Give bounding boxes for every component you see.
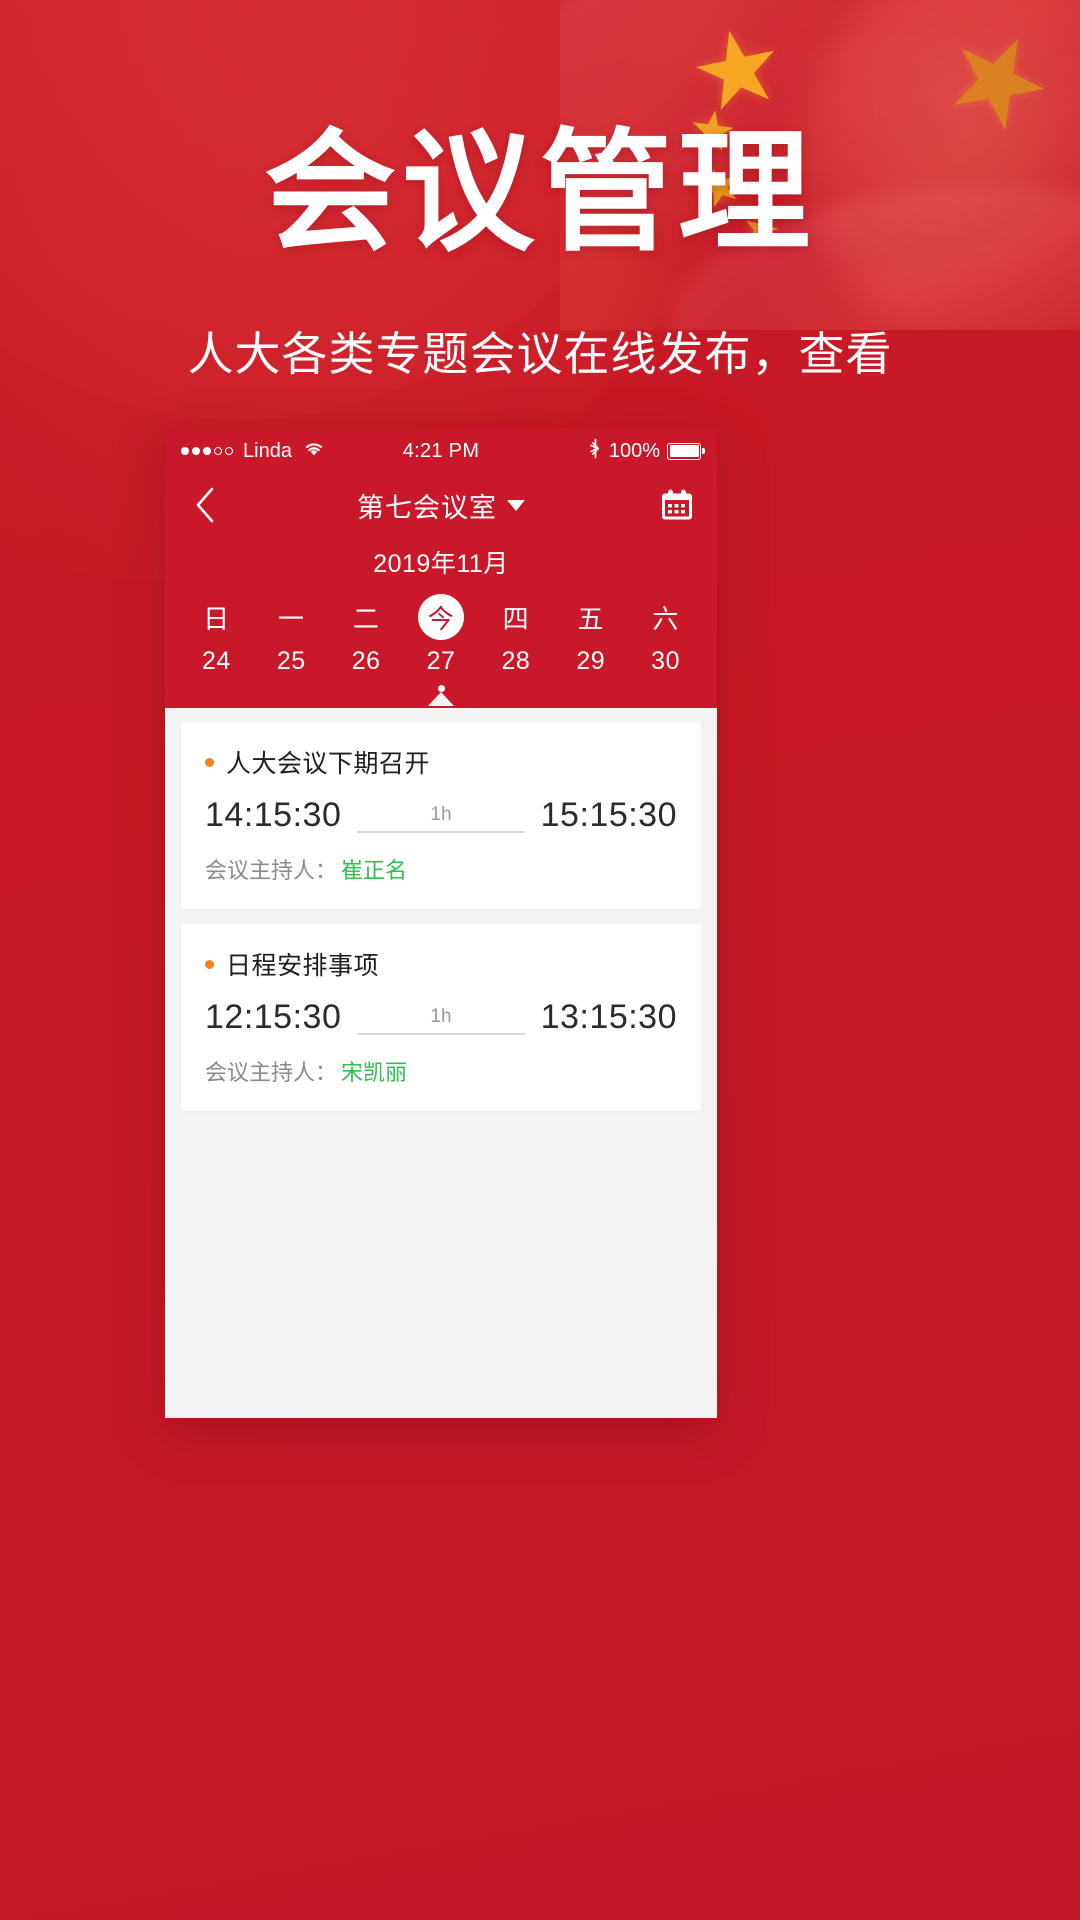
day-of-week-label: 四 (502, 603, 530, 634)
meeting-title: 日程安排事项 (226, 952, 380, 980)
day-cell-5[interactable]: 五 29 (553, 594, 628, 692)
meeting-host-label: 会议主持人： (205, 1060, 338, 1085)
meeting-duration: 1h (430, 804, 452, 825)
page-subtitle: 人大各类专题会议在线发布，查看 (187, 328, 893, 380)
day-of-week-label: 二 (352, 603, 380, 634)
day-cell-2[interactable]: 二 26 (329, 594, 404, 692)
meeting-host-name: 宋凯丽 (341, 1060, 408, 1085)
status-dot-icon (205, 757, 214, 767)
meeting-duration: 1h (430, 1006, 452, 1027)
poster-background: ★ ★ ★ ★ ★ 会议管理 人大各类专题会议在线发布，查看 Linda 4:2… (0, 0, 1080, 1920)
meeting-time-row: 12:15:30 1h 13:15:30 (205, 998, 677, 1037)
meeting-room-selector[interactable]: 第七会议室 (357, 486, 497, 525)
selected-day-notch (428, 692, 454, 706)
meeting-list: 人大会议下期召开 14:15:30 1h 15:15:30 会议主持人：崔正名 (165, 708, 717, 1418)
navigation-bar: 第七会议室 (165, 474, 717, 536)
meeting-end-time: 15:15:30 (540, 796, 677, 834)
meeting-card[interactable]: 人大会议下期召开 14:15:30 1h 15:15:30 会议主持人： 崔正名 (181, 722, 701, 909)
week-strip: 日 24 一 25 二 26 今 27 四 28 五 29 六 30 (165, 594, 717, 708)
status-bar: Linda 4:21 PM 100% (165, 428, 717, 474)
day-cell-today[interactable]: 今 27 (404, 594, 479, 706)
day-cell-0[interactable]: 日 24 (179, 594, 254, 692)
day-number-label: 24 (202, 647, 231, 675)
duration-line (357, 1033, 525, 1035)
day-of-week-label-today: 今 (418, 594, 464, 640)
bluetooth-icon (589, 438, 602, 465)
day-cell-6[interactable]: 六 30 (628, 594, 703, 692)
meeting-card[interactable]: 日程安排事项 12:15:30 1h 13:15:30 会议主持人： 宋凯丽 (181, 924, 701, 1111)
page-title: 会议管理 (264, 120, 816, 267)
day-of-week-label: 日 (203, 603, 230, 634)
meeting-card-header: 日程安排事项 (205, 946, 677, 982)
meeting-start-time: 12:15:30 (205, 998, 342, 1036)
meeting-host-row: 会议主持人： 宋凯丽 (205, 1055, 677, 1087)
calendar-button[interactable] (657, 485, 697, 525)
phone-header-red-area: Linda 4:21 PM 100% 第七会议室 2019年11月 日 24 一… (165, 428, 717, 708)
day-number-label: 30 (651, 647, 680, 675)
meeting-duration-group: 1h (357, 804, 525, 833)
phone-mockup: Linda 4:21 PM 100% 第七会议室 2019年11月 日 24 一… (165, 428, 717, 1418)
meeting-start-time: 14:15:30 (205, 796, 342, 834)
day-cell-1[interactable]: 一 25 (254, 594, 329, 692)
meeting-title: 人大会议下期召开 (226, 750, 431, 778)
battery-percent-label: 100% (608, 439, 660, 462)
day-number-label: 26 (351, 647, 381, 675)
meeting-host-label: 会议主持人： (205, 858, 338, 883)
day-of-week-label: 一 (278, 603, 305, 634)
selected-day-dot (437, 685, 445, 692)
back-button[interactable] (185, 485, 225, 525)
wifi-icon (303, 440, 325, 463)
navigation-title-group: 第七会议室 (165, 474, 717, 536)
signal-strength-icon (181, 447, 233, 455)
month-label: 2019年11月 (373, 550, 509, 578)
day-cell-4[interactable]: 四 28 (478, 594, 553, 692)
day-of-week-label: 六 (652, 603, 679, 634)
status-bar-clock: 4:21 PM (402, 439, 480, 462)
meeting-end-time: 13:15:30 (540, 998, 677, 1036)
day-number-label: 29 (576, 647, 606, 675)
meeting-duration-group: 1h (357, 1006, 525, 1035)
day-number-label: 28 (501, 647, 531, 675)
day-of-week-label: 五 (577, 603, 604, 634)
status-bar-right: 100% (479, 438, 705, 465)
day-number-label: 25 (276, 647, 306, 675)
flag-star-large-icon: ★ (679, 3, 796, 137)
duration-line (357, 831, 525, 833)
chevron-left-icon (196, 487, 214, 523)
chevron-down-icon[interactable] (507, 499, 525, 511)
day-number-label: 27 (426, 647, 456, 675)
status-dot-icon (205, 959, 214, 969)
meeting-time-row: 14:15:30 1h 15:15:30 (205, 796, 677, 835)
calendar-icon (662, 489, 692, 520)
status-bar-left: Linda (181, 440, 403, 463)
meeting-card-header: 人大会议下期召开 (205, 744, 677, 780)
carrier-name: Linda (243, 439, 292, 462)
meeting-host-name: 崔正名 (341, 858, 408, 883)
meeting-host-row: 会议主持人： 崔正名 (205, 853, 677, 885)
battery-full-icon (667, 442, 705, 460)
